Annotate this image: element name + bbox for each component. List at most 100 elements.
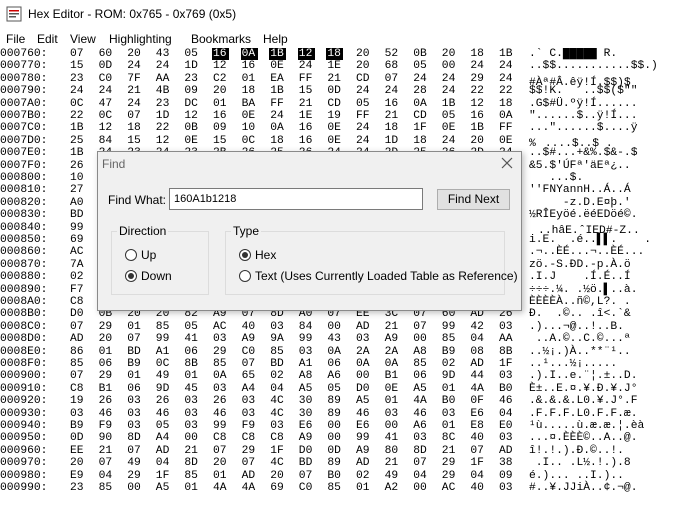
hex-byte[interactable]: 03 xyxy=(127,395,142,407)
ascii-text[interactable]: ¹ù.....ù.æ.æ.¦.èà xyxy=(529,420,644,432)
hex-byte[interactable]: 24 xyxy=(356,135,371,147)
hex-byte[interactable]: 21 xyxy=(299,98,314,110)
hex-byte[interactable]: 30 xyxy=(299,395,314,407)
hex-byte[interactable]: 24 xyxy=(413,73,428,85)
hex-byte[interactable]: 00 xyxy=(413,482,428,494)
hex-byte[interactable]: 0D xyxy=(327,445,342,457)
hex-byte[interactable]: 49 xyxy=(156,370,171,382)
ascii-text[interactable]: i.E. .é..▌▌. . xyxy=(529,234,651,246)
hex-byte[interactable]: 01 xyxy=(442,383,457,395)
ascii-text[interactable]: zö.-S.ÐD.-p.À.ö xyxy=(529,259,631,271)
hex-byte[interactable]: 1B xyxy=(499,48,514,60)
hex-byte[interactable]: 46 xyxy=(499,395,514,407)
hex-byte[interactable]: 29 xyxy=(242,445,257,457)
hex-byte[interactable]: 24 xyxy=(442,135,457,147)
hex-byte[interactable]: 06 xyxy=(127,383,142,395)
hex-byte[interactable]: 99 xyxy=(156,333,171,345)
hex-byte[interactable]: 06 xyxy=(413,370,428,382)
hex-byte[interactable]: DC xyxy=(184,98,199,110)
hex-byte[interactable]: 7A xyxy=(70,259,85,271)
hex-byte[interactable]: A4 xyxy=(156,432,171,444)
hex-byte[interactable]: 21 xyxy=(385,110,400,122)
hex-byte[interactable]: 4A xyxy=(213,482,228,494)
hex-byte[interactable]: AC xyxy=(213,321,228,333)
hex-byte[interactable]: AA xyxy=(499,333,514,345)
hex-byte[interactable]: 1F xyxy=(499,358,514,370)
hex-byte[interactable]: 01 xyxy=(385,395,400,407)
hex-byte[interactable]: 06 xyxy=(327,358,342,370)
hex-byte[interactable]: 46 xyxy=(213,408,228,420)
hex-byte[interactable]: FF xyxy=(499,122,514,134)
hex-byte[interactable]: 0D xyxy=(327,85,342,97)
hex-byte[interactable]: 4A xyxy=(470,383,485,395)
hex-byte[interactable]: 20 xyxy=(213,85,228,97)
hex-byte[interactable]: 69 xyxy=(270,482,285,494)
hex-byte[interactable]: E0 xyxy=(499,420,514,432)
hex-byte[interactable]: 12 xyxy=(213,60,228,72)
hex-byte[interactable]: AD xyxy=(70,333,85,345)
hex-byte[interactable]: 04 xyxy=(499,408,514,420)
hex-byte[interactable]: 21 xyxy=(127,85,142,97)
hex-byte[interactable]: 05 xyxy=(156,420,171,432)
hex-byte[interactable]: 01 xyxy=(442,420,457,432)
hex-byte[interactable]: 15 xyxy=(127,135,142,147)
hex-byte[interactable]: 00 xyxy=(327,321,342,333)
hex-byte[interactable]: 05 xyxy=(184,48,199,60)
hex-byte[interactable]: AD xyxy=(356,457,371,469)
hex-byte[interactable]: 07 xyxy=(470,445,485,457)
hex-byte[interactable]: 1D xyxy=(184,60,199,72)
hex-byte[interactable]: 03 xyxy=(499,432,514,444)
menu-help[interactable]: Help xyxy=(263,32,288,46)
hex-byte[interactable]: 03 xyxy=(385,408,400,420)
hex-byte[interactable]: 0A xyxy=(385,358,400,370)
hex-byte[interactable]: 23 xyxy=(156,98,171,110)
hex-byte[interactable]: 01 xyxy=(99,346,114,358)
hex-byte[interactable]: A6 xyxy=(327,370,342,382)
hex-byte[interactable]: C8 xyxy=(70,383,85,395)
hex-byte[interactable]: EE xyxy=(70,445,85,457)
hex-byte[interactable]: 46 xyxy=(156,408,171,420)
hex-byte[interactable]: 23 xyxy=(184,73,199,85)
hex-byte[interactable]: 10 xyxy=(242,122,257,134)
hex-byte[interactable]: 03 xyxy=(356,333,371,345)
hex-byte[interactable]: 03 xyxy=(213,333,228,345)
hex-byte[interactable]: 99 xyxy=(442,321,457,333)
hex-byte[interactable]: B0 xyxy=(442,395,457,407)
hex-byte[interactable]: 1B xyxy=(442,98,457,110)
hex-byte[interactable]: 12 xyxy=(156,135,171,147)
find-what-input[interactable]: 160A1b1218 xyxy=(169,188,423,210)
ascii-text[interactable]: $$!K. ..$$($"" xyxy=(529,85,637,97)
menu-highlighting[interactable]: Highlighting xyxy=(109,32,172,46)
hex-byte[interactable]: 0E xyxy=(242,110,257,122)
hex-byte[interactable]: 03 xyxy=(270,321,285,333)
hex-byte[interactable]: 01 xyxy=(356,482,371,494)
hex-byte[interactable]: 16 xyxy=(385,98,400,110)
hex-byte[interactable]: 23 xyxy=(70,73,85,85)
hex-byte[interactable]: 07 xyxy=(127,333,142,345)
hex-byte[interactable]: 05 xyxy=(442,110,457,122)
hex-byte[interactable]: CD xyxy=(413,110,428,122)
hex-byte[interactable]: 29 xyxy=(470,73,485,85)
hex-byte[interactable]: 01 xyxy=(184,482,199,494)
hex-byte[interactable]: A9 xyxy=(299,432,314,444)
hex-byte[interactable]: 03 xyxy=(184,408,199,420)
hex-byte[interactable]: 42 xyxy=(470,321,485,333)
hex-byte[interactable]: 0A xyxy=(270,122,285,134)
hex-byte[interactable]: 9D xyxy=(442,370,457,382)
hex-byte[interactable]: 1B xyxy=(269,48,287,60)
hex-byte[interactable]: E6 xyxy=(470,408,485,420)
hex-byte[interactable]: 1D xyxy=(385,135,400,147)
hex-byte[interactable]: 23 xyxy=(70,482,85,494)
close-icon[interactable] xyxy=(499,155,515,171)
hex-byte[interactable]: 29 xyxy=(442,470,457,482)
hex-byte[interactable]: 8D xyxy=(413,445,428,457)
hex-byte[interactable]: 09 xyxy=(213,122,228,134)
hex-byte[interactable]: 03 xyxy=(299,346,314,358)
hex-byte[interactable]: FF xyxy=(270,98,285,110)
hex-byte[interactable]: 69 xyxy=(70,234,85,246)
hex-byte[interactable]: 05 xyxy=(327,383,342,395)
hex-byte[interactable]: 01 xyxy=(242,73,257,85)
hex-byte[interactable]: 03 xyxy=(413,432,428,444)
hex-byte[interactable]: C8 xyxy=(213,432,228,444)
hex-byte[interactable]: 16 xyxy=(213,110,228,122)
